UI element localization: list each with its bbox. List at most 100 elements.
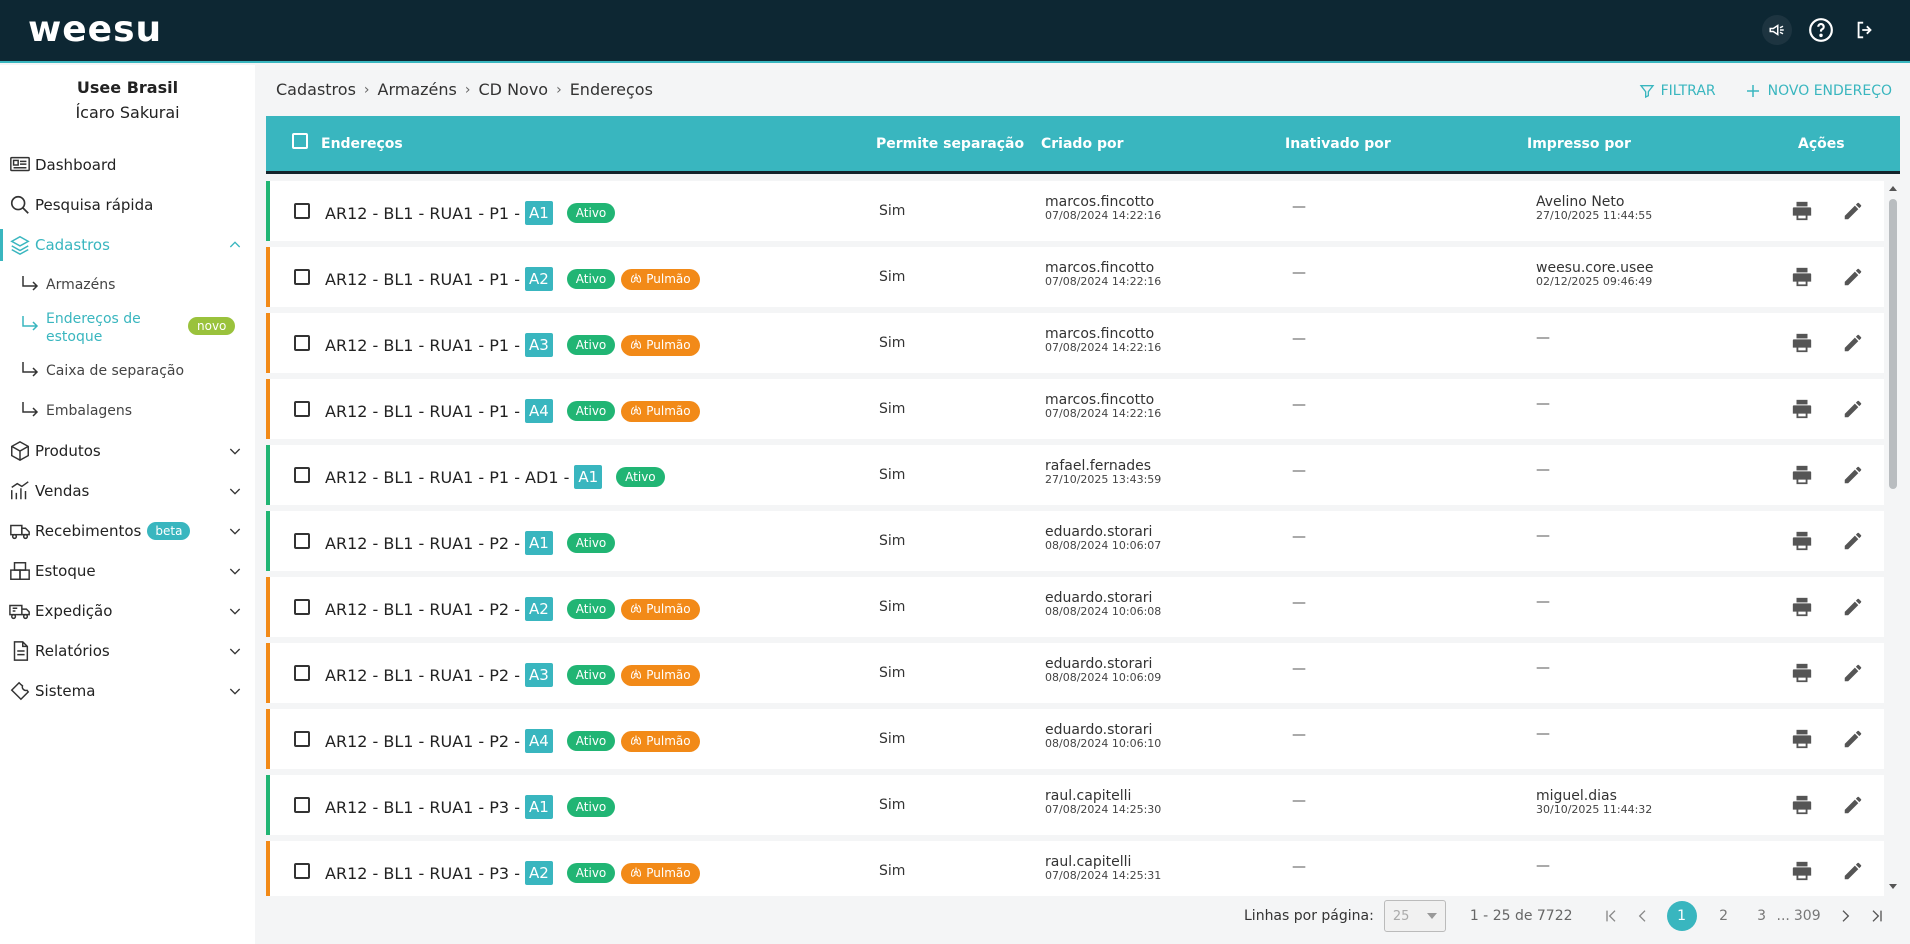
printed-by-cell: —: [1536, 660, 1550, 676]
table-scrollbar[interactable]: [1884, 181, 1900, 896]
pencil-icon[interactable]: [1842, 860, 1864, 886]
page-button[interactable]: 3: [1751, 908, 1773, 924]
pencil-icon[interactable]: [1842, 530, 1864, 556]
table-row[interactable]: AR12 - BL1 - RUA1 - P2 - A2 Ativo Pulmão…: [266, 577, 1884, 637]
breadcrumb-item[interactable]: CD Novo: [478, 80, 548, 99]
row-checkbox[interactable]: [294, 665, 310, 681]
scrollbar-thumb[interactable]: [1889, 199, 1897, 489]
print-icon[interactable]: [1791, 332, 1813, 358]
page-button[interactable]: 2: [1713, 908, 1735, 924]
inactivated-by-cell: —: [1292, 199, 1306, 215]
sidebar-item-estoque[interactable]: Estoque: [0, 551, 255, 591]
print-icon[interactable]: [1791, 662, 1813, 688]
sidebar-item-relatorios[interactable]: Relatórios: [0, 631, 255, 671]
print-icon[interactable]: [1791, 860, 1813, 886]
row-checkbox[interactable]: [294, 599, 310, 615]
column-header-printed-by[interactable]: Impresso por: [1527, 136, 1631, 152]
sidebar-subitem-enderecos[interactable]: Endereços de estoque novo: [0, 305, 255, 351]
inactivated-by-cell: —: [1292, 859, 1306, 875]
sidebar-item-sistema[interactable]: Sistema: [0, 671, 255, 711]
breadcrumb-item[interactable]: Cadastros: [276, 80, 356, 99]
sidebar-item-cadastros[interactable]: Cadastros: [0, 225, 255, 265]
created-by-user: marcos.fincotto: [1045, 194, 1155, 210]
column-header-inactivated-by[interactable]: Inativado por: [1285, 136, 1391, 152]
column-header-separation[interactable]: Permite separação: [876, 136, 1024, 152]
sidebar-item-dashboard[interactable]: Dashboard: [0, 145, 255, 185]
row-checkbox[interactable]: [294, 335, 310, 351]
table-row[interactable]: AR12 - BL1 - RUA1 - P1 - A4 Ativo Pulmão…: [266, 379, 1884, 439]
sidebar-item-produtos[interactable]: Produtos: [0, 431, 255, 471]
megaphone-icon[interactable]: [1762, 15, 1792, 45]
account-info: Usee Brasil Ícaro Sakurai: [0, 65, 255, 125]
page-button-last[interactable]: 309: [1794, 908, 1821, 924]
print-icon[interactable]: [1791, 464, 1813, 490]
next-page-icon[interactable]: [1837, 908, 1853, 924]
sidebar-item-expedicao[interactable]: Expedição: [0, 591, 255, 631]
logout-icon[interactable]: [1850, 15, 1880, 45]
created-by-user: marcos.fincotto: [1045, 260, 1155, 276]
org-name: Usee Brasil: [76, 78, 179, 97]
rows-per-page-select[interactable]: 25: [1383, 900, 1446, 932]
column-header-address[interactable]: Endereços: [321, 136, 403, 152]
row-checkbox[interactable]: [294, 269, 310, 285]
filter-button[interactable]: FILTRAR: [1639, 82, 1716, 100]
status-badge: Ativo: [566, 401, 616, 421]
created-at: 07/08/2024 14:25:30: [1045, 803, 1162, 816]
first-page-icon[interactable]: [1603, 908, 1619, 924]
new-address-button[interactable]: NOVO ENDEREÇO: [1744, 82, 1892, 100]
pencil-icon[interactable]: [1842, 332, 1864, 358]
sidebar-subitem-caixa[interactable]: Caixa de separação: [0, 351, 255, 391]
row-checkbox[interactable]: [294, 797, 310, 813]
row-checkbox[interactable]: [294, 467, 310, 483]
row-checkbox[interactable]: [294, 863, 310, 879]
pencil-icon[interactable]: [1842, 200, 1864, 226]
table-row[interactable]: AR12 - BL1 - RUA1 - P3 - A1 Ativo Sim ra…: [266, 775, 1884, 835]
last-page-icon[interactable]: [1869, 908, 1885, 924]
sidebar-subitem-embalagens[interactable]: Embalagens: [0, 391, 255, 431]
table-row[interactable]: AR12 - BL1 - RUA1 - P1 - A3 Ativo Pulmão…: [266, 313, 1884, 373]
pencil-icon[interactable]: [1842, 464, 1864, 490]
table-row[interactable]: AR12 - BL1 - RUA1 - P2 - A3 Ativo Pulmão…: [266, 643, 1884, 703]
print-icon[interactable]: [1791, 596, 1813, 622]
pencil-icon[interactable]: [1842, 266, 1864, 292]
select-all-checkbox[interactable]: [292, 133, 308, 149]
help-icon[interactable]: [1806, 15, 1836, 45]
created-at: 08/08/2024 10:06:07: [1045, 539, 1162, 552]
print-icon[interactable]: [1791, 200, 1813, 226]
pencil-icon[interactable]: [1842, 662, 1864, 688]
row-checkbox[interactable]: [294, 203, 310, 219]
print-icon[interactable]: [1791, 728, 1813, 754]
pencil-icon[interactable]: [1842, 728, 1864, 754]
print-icon[interactable]: [1791, 266, 1813, 292]
table-row[interactable]: AR12 - BL1 - RUA1 - P3 - A2 Ativo Pulmão…: [266, 841, 1884, 896]
sidebar-item-vendas[interactable]: Vendas: [0, 471, 255, 511]
table-row[interactable]: AR12 - BL1 - RUA1 - P2 - A1 Ativo Sim ed…: [266, 511, 1884, 571]
column-header-created-by[interactable]: Criado por: [1041, 136, 1123, 152]
pagination-range: 1 - 25 de 7722: [1469, 908, 1573, 924]
page-button-current[interactable]: 1: [1666, 901, 1697, 931]
inactivated-by-cell: —: [1292, 463, 1306, 479]
print-icon[interactable]: [1791, 398, 1813, 424]
created-by-user: marcos.fincotto: [1045, 392, 1155, 408]
row-checkbox[interactable]: [294, 401, 310, 417]
table-row[interactable]: AR12 - BL1 - RUA1 - P1 - A2 Ativo Pulmão…: [266, 247, 1884, 307]
print-icon[interactable]: [1791, 794, 1813, 820]
breadcrumb-item[interactable]: Armazéns: [378, 80, 457, 99]
sidebar-item-pesquisa[interactable]: Pesquisa rápida: [0, 185, 255, 225]
pencil-icon[interactable]: [1842, 794, 1864, 820]
previous-page-icon[interactable]: [1635, 908, 1651, 924]
status-badge: Ativo: [566, 533, 616, 553]
table-row[interactable]: AR12 - BL1 - RUA1 - P1 - AD1 - A1 Ativo …: [266, 445, 1884, 505]
pencil-icon[interactable]: [1842, 398, 1864, 424]
sidebar-item-recebimentos[interactable]: Recebimentos beta: [0, 511, 255, 551]
app-logo[interactable]: weesu: [28, 10, 162, 50]
sidebar-subitem-armazens[interactable]: Armazéns: [0, 265, 255, 305]
chevron-down-icon: [227, 523, 243, 543]
row-checkbox[interactable]: [294, 731, 310, 747]
table-row[interactable]: AR12 - BL1 - RUA1 - P1 - A1 Ativo Sim ma…: [266, 181, 1884, 241]
row-checkbox[interactable]: [294, 533, 310, 549]
print-icon[interactable]: [1791, 530, 1813, 556]
pencil-icon[interactable]: [1842, 596, 1864, 622]
subitem-arrow-icon: [20, 315, 40, 337]
table-row[interactable]: AR12 - BL1 - RUA1 - P2 - A4 Ativo Pulmão…: [266, 709, 1884, 769]
